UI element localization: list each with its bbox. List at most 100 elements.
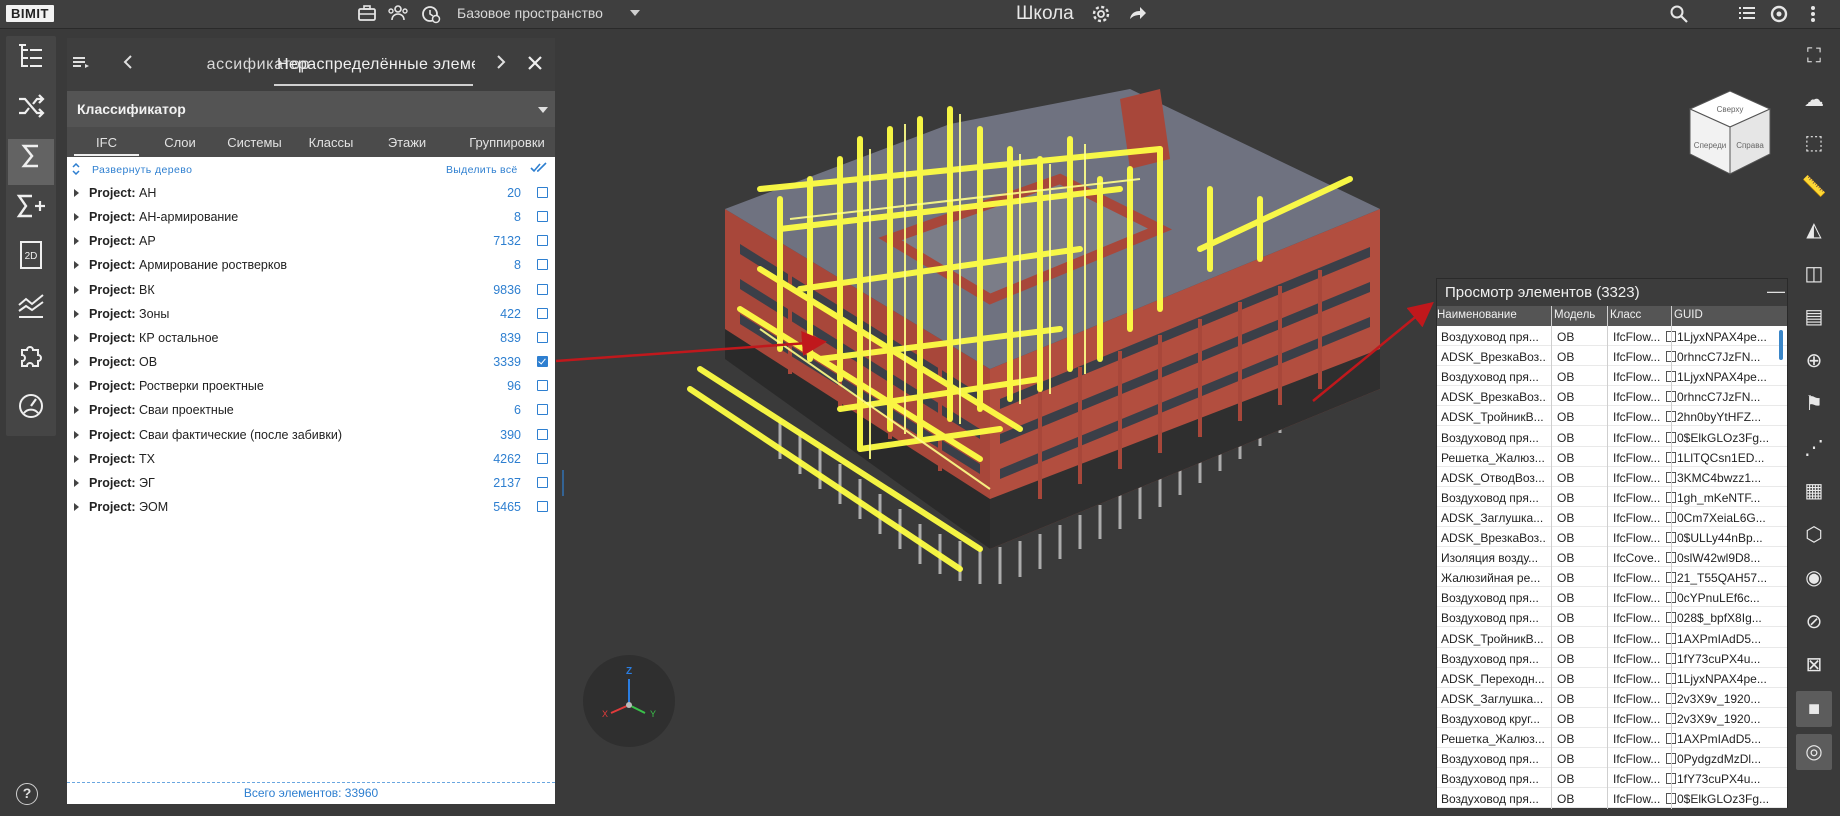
solid-cube-icon[interactable]: ■: [1796, 690, 1832, 727]
element-count[interactable]: 8: [514, 258, 521, 272]
eye-icon[interactable]: ◉: [1796, 560, 1832, 596]
users-icon[interactable]: [387, 4, 409, 24]
clear-selection-icon[interactable]: ⊠: [1796, 647, 1832, 683]
table-row[interactable]: Воздуховод пря... ОВ IfcFlow... 1LjyxNPAX4p…: [1437, 326, 1787, 346]
element-count[interactable]: 4262: [493, 452, 521, 466]
double-check-icon[interactable]: [530, 162, 548, 177]
tree-item[interactable]: Project: Зоны 422: [67, 304, 555, 324]
element-count[interactable]: 5465: [493, 500, 521, 514]
2d-icon[interactable]: 2D: [8, 239, 54, 285]
item-checkbox[interactable]: [537, 307, 548, 319]
more-vertical-icon[interactable]: [1802, 4, 1824, 24]
layers-icon[interactable]: ▤: [1796, 299, 1832, 335]
focus-icon[interactable]: ⛶: [1796, 38, 1832, 74]
subtab-classes[interactable]: Классы: [295, 135, 367, 150]
shuffle-icon[interactable]: [8, 89, 54, 135]
table-row[interactable]: ADSK_ВрезкаВоз... ОВ IfcFlow... 0$ULLy44nBp…: [1437, 527, 1787, 547]
column-header-class[interactable]: Класс: [1610, 309, 1641, 321]
gear-icon[interactable]: [1090, 4, 1112, 24]
space-select[interactable]: Базовое пространство: [457, 5, 603, 21]
fit-selection-icon[interactable]: ⬚: [1796, 125, 1832, 161]
subtab-ifc[interactable]: IFC: [74, 135, 139, 150]
gauge-icon[interactable]: [8, 389, 54, 435]
expand-arrows-icon[interactable]: [71, 162, 81, 178]
table-row[interactable]: ADSK_ОтводВоз... ОВ IfcFlow... 3KMC4bwzz1..…: [1437, 467, 1787, 487]
table-row[interactable]: Воздуховод пря... ОВ IfcFlow... 1LjyxNPAX4p…: [1437, 366, 1787, 387]
chevron-down-icon[interactable]: [538, 107, 548, 113]
preview-scrollbar[interactable]: [1777, 326, 1785, 809]
item-checkbox[interactable]: [537, 428, 548, 440]
tree-item[interactable]: Project: Сваи проектные 6: [67, 400, 555, 420]
sigma-plus-icon[interactable]: [8, 189, 54, 235]
column-header-guid[interactable]: GUID: [1674, 309, 1703, 321]
measure-points-icon[interactable]: ⋰: [1796, 430, 1832, 466]
grid-slice-icon[interactable]: ▦: [1796, 473, 1832, 509]
expand-triangle-icon[interactable]: [74, 285, 79, 294]
element-count[interactable]: 96: [507, 379, 521, 393]
table-row[interactable]: ADSK_Переходн... ОВ IfcFlow... 1LjyxNPAX4pe…: [1437, 668, 1787, 688]
chevron-left-icon[interactable]: [122, 54, 134, 75]
menu-list-icon[interactable]: [72, 54, 90, 75]
expand-triangle-icon[interactable]: [74, 454, 79, 463]
tree-item[interactable]: Project: ЭГ 2137: [67, 473, 555, 493]
scrollbar-thumb[interactable]: [1779, 330, 1783, 360]
expand-triangle-icon[interactable]: [74, 333, 79, 342]
item-checkbox[interactable]: [537, 259, 548, 271]
item-checkbox[interactable]: [537, 356, 548, 368]
tree-item[interactable]: Project: АР 7132: [67, 231, 555, 251]
table-row[interactable]: Жалюзийная ре... ОВ IfcFlow... 21_T55QAH57.…: [1437, 567, 1787, 588]
table-row[interactable]: Решетка_Жалюз... ОВ IfcFlow... 1AXPmIAdD5..…: [1437, 728, 1787, 748]
tree-item[interactable]: Project: ВК 9836: [67, 280, 555, 300]
table-row[interactable]: ADSK_Заглушка... ОВ IfcFlow... 0Cm7XeiaL6G.…: [1437, 507, 1787, 527]
tree-item[interactable]: Project: КР остальное 839: [67, 328, 555, 348]
item-checkbox[interactable]: [537, 380, 548, 392]
tree-item[interactable]: Project: ОВ 3339: [67, 352, 555, 372]
search-icon[interactable]: [1668, 4, 1690, 24]
subtab-systems[interactable]: Системы: [217, 135, 292, 150]
subtab-floors[interactable]: Этажи: [371, 135, 443, 150]
eye-off-icon[interactable]: ⊘: [1796, 604, 1832, 640]
tree-icon[interactable]: [8, 39, 54, 85]
select-all-link[interactable]: Выделить всё: [446, 164, 518, 176]
tree-item[interactable]: Project: Сваи фактические (после забивки…: [67, 425, 555, 445]
tree-item[interactable]: Project: АН 20: [67, 183, 555, 203]
table-row[interactable]: ADSK_Заглушка... ОВ IfcFlow... 2v3X9v_1920.…: [1437, 688, 1787, 708]
element-count[interactable]: 7132: [493, 234, 521, 248]
tree-item[interactable]: Project: ТХ 4262: [67, 449, 555, 469]
expand-triangle-icon[interactable]: [74, 382, 79, 391]
expand-triangle-icon[interactable]: [74, 213, 79, 222]
item-checkbox[interactable]: [537, 500, 548, 512]
expand-triangle-icon[interactable]: [74, 358, 79, 367]
briefcase-icon[interactable]: [356, 4, 378, 24]
item-checkbox[interactable]: [537, 452, 548, 464]
tree-item[interactable]: Project: ЭОМ 5465: [67, 497, 555, 517]
tree-item[interactable]: Project: Ростверки проектные 96: [67, 376, 555, 396]
table-row[interactable]: ADSK_ВрезкаВоз... ОВ IfcFlow... 0rhncC7JzFN…: [1437, 346, 1787, 367]
expand-triangle-icon[interactable]: [74, 237, 79, 246]
item-checkbox[interactable]: [537, 404, 548, 416]
preview-header[interactable]: Просмотр элементов (3323) —: [1437, 279, 1787, 306]
table-row[interactable]: ADSK_ВрезкаВоз... ОВ IfcFlow... 0rhncC7JzFN…: [1437, 386, 1787, 407]
table-row[interactable]: Воздуховод круг... ОВ IfcFlow... 2v3X9v_192…: [1437, 708, 1787, 728]
element-count[interactable]: 3339: [493, 355, 521, 369]
expand-triangle-icon[interactable]: [74, 478, 79, 487]
element-count[interactable]: 390: [500, 428, 521, 442]
orbit-icon[interactable]: ◎: [1796, 734, 1832, 770]
table-row[interactable]: Воздуховод пря... ОВ IfcFlow... 0cYPnuLEf6c…: [1437, 587, 1787, 608]
item-checkbox[interactable]: [537, 476, 548, 488]
puzzle-icon[interactable]: [8, 339, 54, 385]
minimize-icon[interactable]: —: [1767, 281, 1785, 302]
element-count[interactable]: 839: [500, 331, 521, 345]
list-icon[interactable]: [1736, 4, 1758, 24]
item-checkbox[interactable]: [537, 331, 548, 343]
item-checkbox[interactable]: [537, 187, 548, 198]
tree-item[interactable]: Project: АН-армирование 8: [67, 207, 555, 227]
item-checkbox[interactable]: [537, 211, 548, 223]
item-checkbox[interactable]: [537, 283, 548, 295]
table-row[interactable]: Воздуховод пря... ОВ IfcFlow... 1gh_mKeNTF.…: [1437, 487, 1787, 507]
column-header-name[interactable]: Наименование: [1437, 309, 1517, 321]
element-count[interactable]: 9836: [493, 283, 521, 297]
section-box-icon[interactable]: ◫: [1796, 256, 1832, 292]
cube-outline-icon[interactable]: ⬡: [1796, 517, 1832, 553]
classifier-header[interactable]: Классификатор: [67, 91, 555, 127]
